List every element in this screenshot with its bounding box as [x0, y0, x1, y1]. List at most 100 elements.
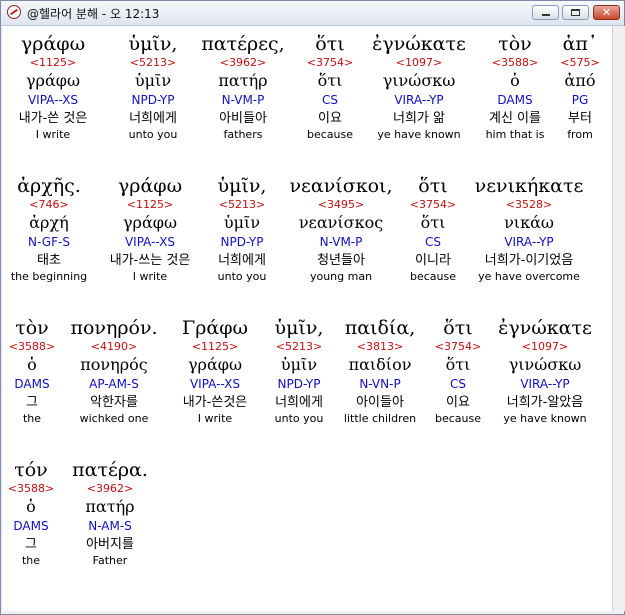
strong-number[interactable]: <1125> — [19, 56, 88, 70]
lemma: ὁ — [27, 355, 37, 374]
word-cell[interactable]: ὅτι <3754> ὅτι CS 이요 because — [307, 32, 353, 142]
word-cell[interactable]: νεανίσκοι, <3495> νεανίσκος N-VM-P 청년들아 … — [290, 174, 393, 284]
korean-gloss: 계신 이를 — [489, 111, 541, 126]
strong-number[interactable]: <3588> — [486, 56, 545, 70]
word-cell[interactable]: ἐγνώκατε <1097> γινώσκω VIRA--YP 너희가-알았음… — [498, 316, 592, 426]
parsing-code: VIRA--YP — [520, 377, 570, 391]
word-cell[interactable]: παιδία, <3813> παιδίον N-VN-P 아이들아 littl… — [344, 316, 416, 426]
strong-number[interactable]: <3754> — [435, 340, 481, 354]
english-gloss: I write — [197, 412, 233, 425]
strong-number[interactable]: <3754> — [307, 56, 353, 70]
maximize-button[interactable] — [562, 5, 589, 20]
greek-word: γράφω — [117, 175, 183, 197]
korean-gloss: 내가-쓴것은 — [182, 395, 248, 410]
korean-gloss: 이요 — [446, 395, 470, 410]
word-cell[interactable]: ἐγνώκατε <1097> γινώσκω VIRA--YP 너희가 앎 y… — [372, 32, 466, 142]
parsing-code: NPD-YP — [131, 93, 175, 107]
word-cell[interactable]: πατέρες, <3962> πατήρ N-VM-P 아비들아 father… — [201, 32, 284, 142]
minimize-button[interactable] — [532, 5, 559, 20]
english-gloss: wichked one — [79, 412, 149, 425]
strong-number[interactable]: <1125> — [182, 340, 248, 354]
strong-number[interactable]: <1097> — [498, 340, 592, 354]
word-cell[interactable]: γράφω <1125> γράφω VIPA--XS 내가-쓰는 것은 I w… — [110, 174, 191, 284]
lemma: γινώσκω — [508, 355, 582, 374]
strong-number[interactable]: <4190> — [70, 340, 157, 354]
english-gloss: unto you — [128, 128, 178, 141]
strong-number[interactable]: <3528> — [475, 198, 584, 212]
lemma: ὑμῖν — [280, 355, 318, 374]
korean-gloss: 부터 — [568, 111, 592, 126]
english-gloss: unto you — [274, 412, 324, 425]
strong-number[interactable]: <3962> — [201, 56, 284, 70]
english-gloss: fathers — [223, 128, 263, 141]
title-bar[interactable]: @헬라어 분해 - 오 12:13 ✕ — [1, 1, 624, 26]
word-cell[interactable]: τὸν <3588> ὁ DAMS 그 the — [9, 316, 55, 426]
word-cell[interactable]: Γράφω <1125> γράφω VIPA--XS 내가-쓴것은 I wri… — [182, 316, 248, 426]
korean-gloss: 너희에게 — [129, 111, 177, 126]
word-cell[interactable]: νενικήκατε <3528> νικάω VIRA--YP 너희가-이기었… — [475, 174, 584, 284]
korean-gloss: 아이들아 — [356, 395, 404, 410]
word-cell[interactable]: πονηρόν. <4190> πονηρός AP-AM-S 악한자를 wic… — [70, 316, 157, 426]
korean-gloss: 악한자를 — [90, 395, 138, 410]
parsing-code: PG — [571, 93, 589, 107]
vertical-scrollbar[interactable] — [612, 26, 625, 611]
word-cell[interactable]: ἀρχῆς. <746> ἀρχή N-GF-S 태초 the beginnin… — [11, 174, 87, 284]
lemma: γράφω — [187, 355, 243, 374]
greek-word: ὑμῖν, — [274, 317, 324, 339]
strong-number[interactable]: <3754> — [410, 198, 456, 212]
parsing-code: DAMS — [13, 519, 49, 533]
lemma: ὁ — [510, 71, 520, 90]
english-gloss: young man — [309, 270, 373, 283]
strong-number[interactable]: <1125> — [110, 198, 191, 212]
lemma: ὅτι — [420, 213, 446, 232]
strong-number[interactable]: <3813> — [344, 340, 416, 354]
lemma: ὁ — [26, 497, 36, 516]
word-cell[interactable]: ὑμῖν, <5213> ὑμῖν NPD-YP 너희에게 unto you — [129, 32, 178, 142]
strong-number[interactable]: <5213> — [218, 198, 267, 212]
lemma: ὑμῖν — [134, 71, 172, 90]
parsing-code: DAMS — [14, 377, 50, 391]
word-cell[interactable]: τὸν <3588> ὁ DAMS 계신 이를 him that is — [486, 32, 545, 142]
korean-gloss: 이요 — [318, 111, 342, 126]
parsing-code: CS — [425, 235, 441, 249]
strong-number[interactable]: <3588> — [9, 340, 55, 354]
strong-number[interactable]: <746> — [11, 198, 87, 212]
parsing-code: N-AM-S — [88, 519, 132, 533]
strong-number[interactable]: <5213> — [275, 340, 324, 354]
word-cell[interactable]: ὑμῖν, <5213> ὑμῖν NPD-YP 너희에게 unto you — [275, 316, 324, 426]
word-cell[interactable]: τόν <3588> ὁ DAMS 그 the — [8, 458, 54, 568]
lemma: γράφω — [122, 213, 178, 232]
greek-word: γράφω — [20, 33, 86, 55]
word-cell[interactable]: ὅτι <3754> ὅτι CS 이요 because — [435, 316, 481, 426]
word-cell[interactable]: ἀπ᾽ <575> ἀπό PG 부터 from — [560, 32, 599, 142]
greek-word: ὅτι — [315, 33, 345, 55]
lemma: ὅτι — [317, 71, 343, 90]
strong-number[interactable]: <575> — [560, 56, 599, 70]
strong-number[interactable]: <3495> — [290, 198, 393, 212]
english-gloss: because — [434, 412, 481, 425]
parsing-code: N-VM-P — [221, 93, 265, 107]
word-cell[interactable]: πατέρα. <3962> πατήρ N-AM-S 아버지를 Father — [72, 458, 148, 568]
english-gloss: ye have known — [503, 412, 587, 425]
interlinear-panel: γράφω <1125> γράφω VIPA--XS 내가-쓴 것은 I wr… — [3, 26, 612, 611]
korean-gloss: 아버지를 — [86, 537, 134, 552]
greek-word: παιδία, — [344, 317, 416, 339]
korean-gloss: 그 — [25, 537, 37, 552]
english-gloss: ye have known — [377, 128, 461, 141]
parsing-code: VIRA--YP — [394, 93, 444, 107]
parsing-code: VIPA--XS — [189, 377, 241, 391]
strong-number[interactable]: <5213> — [129, 56, 178, 70]
word-cell[interactable]: γράφω <1125> γράφω VIPA--XS 내가-쓴 것은 I wr… — [19, 32, 88, 142]
strong-number[interactable]: <1097> — [372, 56, 466, 70]
word-cell[interactable]: ὑμῖν, <5213> ὑμῖν NPD-YP 너희에게 unto you — [218, 174, 267, 284]
lemma: νικάω — [504, 213, 554, 232]
strong-number[interactable]: <3588> — [8, 482, 54, 496]
greek-word: νεανίσκοι, — [289, 175, 393, 197]
close-button[interactable]: ✕ — [593, 5, 620, 20]
word-cell[interactable]: ὅτι <3754> ὅτι CS 이니라 because — [410, 174, 456, 284]
strong-number[interactable]: <3962> — [72, 482, 148, 496]
lemma: πατήρ — [85, 497, 135, 516]
close-icon: ✕ — [601, 6, 612, 19]
greek-word: πατέρες, — [201, 33, 285, 55]
english-gloss: the — [22, 412, 42, 425]
